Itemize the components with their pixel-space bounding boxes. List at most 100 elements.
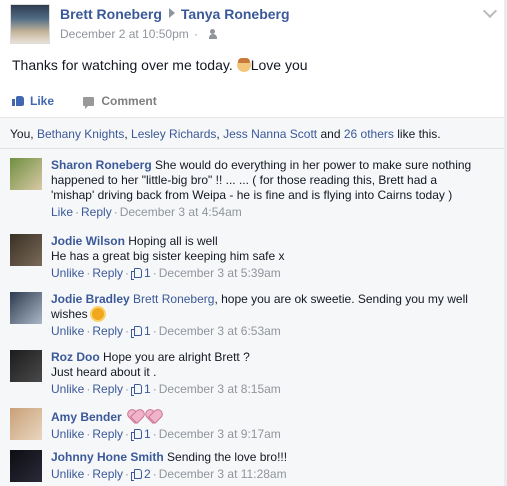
comment-text: Hope you are alright Brett ? [103, 350, 250, 364]
post-timestamp[interactable]: December 2 at 10:50pm [60, 27, 189, 41]
comment-reply-button[interactable]: Reply [92, 382, 123, 396]
action-dot: · [125, 467, 130, 481]
likes-suffix: like this. [397, 127, 441, 141]
comment-icon [83, 97, 95, 109]
comment-reply-button[interactable]: Reply [92, 427, 123, 441]
commenter-avatar[interactable] [10, 350, 42, 382]
comment-unlike-button[interactable]: Unlike [51, 266, 84, 280]
post-text-suffix: Love you [250, 57, 308, 73]
arrow-right-icon [168, 8, 175, 18]
post-text: Thanks for watching over me today. Love y… [12, 57, 308, 73]
comment-like-count[interactable]: 1 [131, 382, 151, 396]
comment-text: wishes [51, 307, 88, 321]
action-dot: · [152, 382, 157, 396]
angel-emoji-icon [236, 58, 251, 72]
comment-text: Sending the love bro!!! [167, 450, 288, 464]
comment-timestamp[interactable]: December 3 at 9:17am [159, 427, 281, 441]
heart-emoji-icon [127, 408, 143, 424]
comment-like-count[interactable]: 1 [131, 324, 151, 338]
likes-and: and [320, 127, 341, 141]
comments-list: Sharon Roneberg She would do everything … [0, 149, 507, 486]
action-dot: · [113, 205, 118, 219]
action-dot: · [86, 427, 91, 441]
post-meta: December 2 at 10:50pm · [60, 27, 221, 41]
comment-like-count[interactable]: 1 [131, 266, 151, 280]
commenter-avatar[interactable] [10, 234, 42, 266]
comment-timestamp[interactable]: December 3 at 8:15am [159, 382, 281, 396]
comment-unlike-button[interactable]: Unlike [51, 324, 84, 338]
thumbs-up-icon [131, 469, 143, 481]
action-dot: · [86, 382, 91, 396]
commenter-avatar[interactable] [10, 408, 42, 440]
comment-timestamp[interactable]: December 3 at 4:54am [120, 205, 242, 219]
action-dot: · [125, 427, 130, 441]
liker-link[interactable]: Jess Nanna Scott [223, 127, 317, 141]
comment-text: 'mishap' driving back from Weipa - he is… [51, 188, 453, 202]
comment-author-link[interactable]: Johnny Hone Smith [51, 450, 164, 464]
comment-mention-link[interactable]: Brett Roneberg [133, 292, 214, 306]
thumbs-up-icon [131, 429, 143, 441]
comment-text: , hope you are ok sweetie. Sending you m… [214, 292, 468, 306]
chevron-down-icon[interactable] [482, 3, 498, 19]
post-text-main: Thanks for watching over me today. [12, 57, 233, 73]
liker-link[interactable]: Lesley Richards [131, 127, 216, 141]
action-dot: · [125, 266, 130, 280]
comment-author-link[interactable]: Roz Doo [51, 350, 100, 364]
commenter-avatar[interactable] [10, 292, 42, 324]
comment-button[interactable]: Comment [83, 94, 157, 109]
comment-like-count[interactable]: 1 [131, 427, 151, 441]
comment-timestamp[interactable]: December 3 at 11:28am [159, 467, 287, 481]
comment-unlike-button[interactable]: Unlike [51, 382, 84, 396]
like-count-value: 1 [144, 324, 151, 338]
comment-author-link[interactable]: Sharon Roneberg [51, 158, 152, 172]
comment-actions: Unlike · Reply · 2 · December 3 at 11:28am [51, 467, 501, 482]
comment-text: Hoping all is well [128, 234, 218, 248]
like-button-label: Like [30, 94, 55, 108]
comment-like-count[interactable]: 2 [131, 467, 151, 481]
action-dot: · [125, 324, 130, 338]
author-avatar[interactable] [10, 4, 50, 44]
post-header: Brett Roneberg Tanya Roneberg December 2 … [0, 0, 507, 48]
post-target-link[interactable]: Tanya Roneberg [181, 6, 290, 22]
like-count-value: 2 [144, 467, 151, 481]
action-dot: · [152, 324, 157, 338]
friends-icon[interactable] [209, 29, 221, 39]
post-names: Brett Roneberg Tanya Roneberg [60, 6, 290, 22]
likes-summary: You, Bethany Knights, Lesley Richards, J… [0, 117, 507, 149]
comment-text: Just heard about it . [51, 365, 157, 379]
post-action-bar: Like Comment [12, 94, 183, 109]
comment-reply-button[interactable]: Reply [92, 467, 123, 481]
comment-unlike-button[interactable]: Unlike [51, 467, 84, 481]
action-dot: · [152, 467, 157, 481]
commenter-avatar[interactable] [10, 158, 42, 190]
comment-unlike-button[interactable]: Unlike [51, 427, 84, 441]
comment-text: She would do everything in her power to … [155, 158, 472, 172]
comment-button-label: Comment [101, 94, 157, 108]
comment-author-link[interactable]: Amy Bender [51, 410, 122, 424]
action-dot: · [86, 266, 91, 280]
likes-others-link[interactable]: 26 others [344, 127, 394, 141]
action-dot: · [75, 205, 80, 219]
comment-reply-button[interactable]: Reply [92, 324, 123, 338]
comment-like-button[interactable]: Like [51, 205, 73, 219]
comment-text: happened to her "little-big bro" !! ... … [51, 173, 438, 187]
comment-actions: Unlike · Reply · 1 · December 3 at 9:17am [51, 427, 501, 442]
likes-line: You, Bethany Knights, Lesley Richards, J… [10, 127, 441, 141]
thumbs-up-icon [12, 96, 24, 106]
comment-timestamp[interactable]: December 3 at 5:39am [159, 266, 281, 280]
heart-emoji-icon [145, 408, 161, 424]
liker-link[interactable]: Bethany Knights [37, 127, 124, 141]
like-count-value: 1 [144, 266, 151, 280]
thumbs-up-icon [131, 268, 143, 280]
comment-reply-button[interactable]: Reply [81, 205, 112, 219]
post-author-link[interactable]: Brett Roneberg [60, 6, 162, 22]
comment-author-link[interactable]: Jodie Wilson [51, 234, 125, 248]
comment-timestamp[interactable]: December 3 at 6:53am [159, 324, 281, 338]
comment-text: He has a great big sister keeping him sa… [51, 249, 285, 263]
commenter-avatar[interactable] [10, 450, 42, 482]
like-button[interactable]: Like [12, 94, 54, 108]
action-dot: · [86, 324, 91, 338]
comment-actions: Unlike · Reply · 1 · December 3 at 6:53am [51, 324, 501, 339]
comment-reply-button[interactable]: Reply [92, 266, 123, 280]
comment-author-link[interactable]: Jodie Bradley [51, 292, 130, 306]
